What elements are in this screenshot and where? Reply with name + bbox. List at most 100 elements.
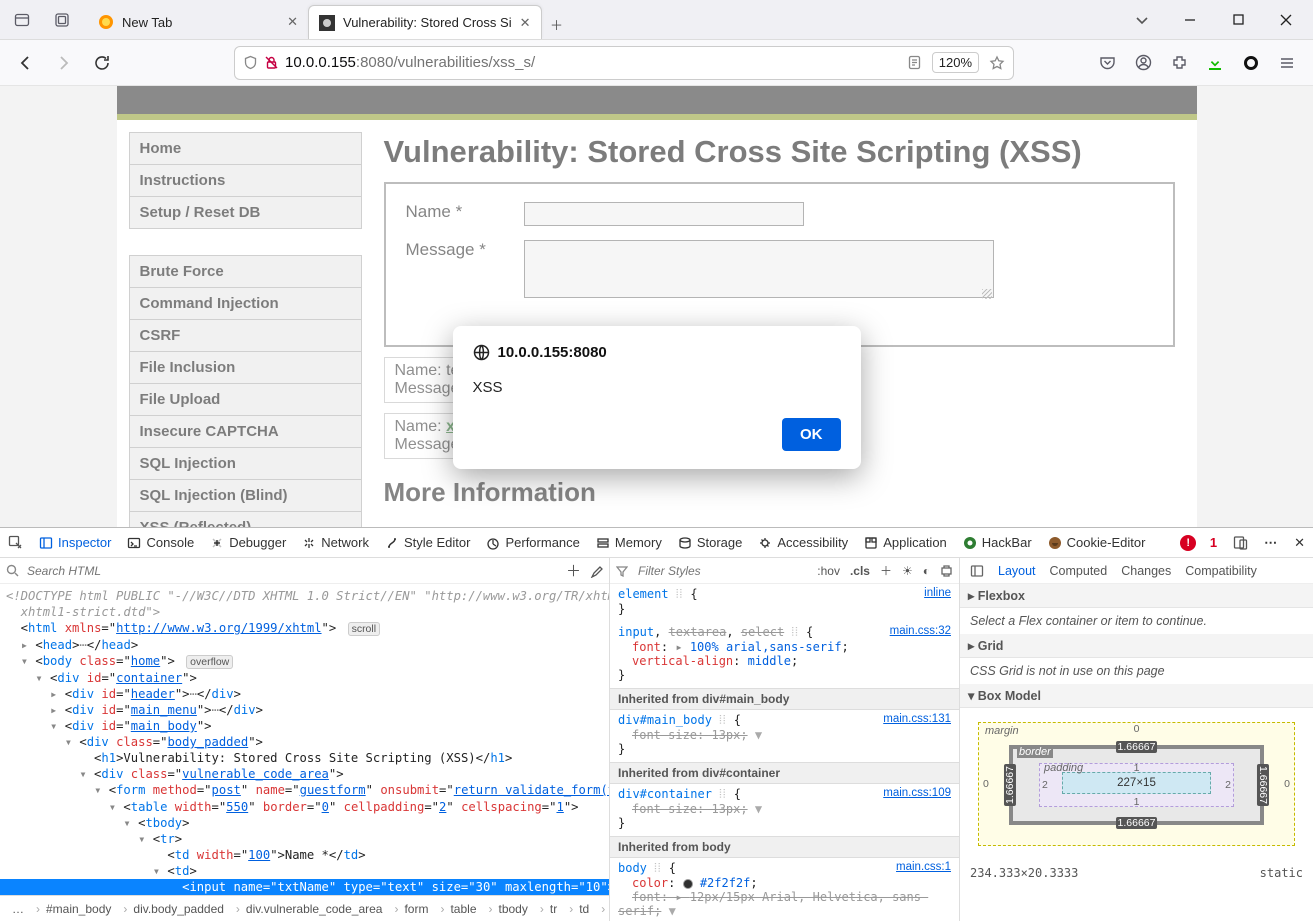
url-port: :8080 [356,54,394,71]
devtools-tab[interactable]: Style Editor [385,535,470,550]
new-tab-button[interactable]: ＋ [542,9,572,39]
breadcrumb-item[interactable]: input [595,902,609,916]
tab-new-tab[interactable]: New Tab ✕ [88,5,308,39]
devtools-tab[interactable]: Cookie-Editor [1048,535,1146,550]
breadcrumb-item[interactable]: div.body_padded [117,902,230,916]
filter-styles-input[interactable] [638,564,728,578]
maximize-button[interactable] [1221,6,1255,34]
sidebar-item[interactable]: Insecure CAPTCHA [129,415,362,447]
sidebar-item[interactable]: Instructions [129,164,362,196]
breadcrumb-item[interactable]: div.vulnerable_code_area [230,902,389,916]
devtools-tab[interactable]: Memory [596,535,662,550]
eyedropper-button[interactable] [589,564,603,578]
breadcrumb-item[interactable]: form [388,902,434,916]
breadcrumb-item[interactable]: td [563,902,595,916]
sidebar-item[interactable]: SQL Injection (Blind) [129,479,362,511]
minimize-button[interactable] [1173,6,1207,34]
site-favicon [319,15,335,31]
error-count[interactable]: ! 1 [1180,535,1217,551]
shield-icon[interactable] [243,55,258,70]
close-tab-icon[interactable]: ✕ [287,14,298,30]
cls-toggle[interactable]: .cls [850,564,870,578]
more-info-heading: More Information [384,477,1175,508]
sidebar-item[interactable]: Command Injection [129,287,362,319]
breadcrumb-item[interactable]: tr [534,902,563,916]
devtools-close-button[interactable]: ✕ [1294,535,1305,551]
print-sim-icon[interactable] [940,564,953,577]
devtools-tab[interactable]: Storage [678,535,743,550]
sidebar-item[interactable]: Brute Force [129,255,362,287]
sidebar-item[interactable]: SQL Injection [129,447,362,479]
sidebar-item[interactable]: Setup / Reset DB [129,196,362,229]
alert-ok-button[interactable]: OK [782,418,841,451]
dom-tree[interactable]: <!DOCTYPE html PUBLIC "-//W3C//DTD XHTML… [0,584,609,895]
sidebar-item[interactable]: CSRF [129,319,362,351]
reader-mode-icon[interactable] [907,55,922,70]
addon-icon[interactable] [1241,53,1261,73]
breadcrumb-item[interactable]: table [434,902,482,916]
box-model-diagram[interactable]: margin 0 0 0 border 1.66667 1.66667 1.66… [960,708,1313,860]
contrast-icon[interactable]: ◐ [923,564,930,578]
devtools-tab[interactable]: Inspector [39,535,111,550]
layout-tabs[interactable]: Layout Computed Changes Compatibility [960,558,1313,584]
devtools-tab[interactable]: HackBar [963,535,1032,550]
devtools-tab[interactable]: Network [302,535,369,550]
sidebar-toggle-icon[interactable] [970,564,984,578]
devtools-menu-button[interactable]: ⋯ [1264,535,1278,551]
responsive-mode-button[interactable] [1233,535,1248,550]
firefox-view-button[interactable] [48,6,76,34]
devtools-tab[interactable]: Console [127,535,194,550]
js-alert-dialog: 10.0.0.155:8080 XSS OK [453,326,861,469]
downloads-icon[interactable] [1205,53,1225,73]
search-html-input[interactable] [27,564,558,578]
name-input[interactable] [524,202,804,226]
layout-subtab[interactable]: Changes [1121,564,1171,578]
pick-element-button[interactable] [8,535,23,550]
css-rules-panel[interactable]: element ⦙⦙ {inline} main.css:32input, te… [610,584,959,921]
sidebar-item[interactable]: Home [129,132,362,164]
firefox-icon [98,14,114,30]
add-node-button[interactable]: ＋ [566,560,581,581]
breadcrumbs[interactable]: …#main_bodydiv.body_paddeddiv.vulnerable… [0,895,609,921]
hov-toggle[interactable]: :hov [817,564,840,578]
insecure-lock-icon[interactable] [264,55,279,70]
devtools-tab[interactable]: Debugger [210,535,286,550]
recent-tabs-button[interactable] [8,6,36,34]
new-rule-button[interactable]: ＋ [880,562,892,579]
devtools-tab[interactable]: Accessibility [758,535,848,550]
name-label: Name * [406,202,524,222]
devtools-tab[interactable]: Application [864,535,947,550]
close-window-button[interactable] [1269,6,1303,34]
layout-subtab[interactable]: Compatibility [1185,564,1257,578]
pocket-icon[interactable] [1097,53,1117,73]
devtools-panel: Inspector Console Debugger Network Style Edi… [0,527,1313,921]
message-textarea[interactable] [524,240,994,298]
forward-button[interactable] [48,47,80,79]
alert-message: XSS [473,379,841,396]
zoom-level[interactable]: 120% [932,52,979,73]
sidebar: HomeInstructionsSetup / Reset DB Brute F… [117,120,362,527]
tab-vulnerability[interactable]: Vulnerability: Stored Cross Si ✕ [308,5,542,39]
navigation-toolbar: 10.0.0.155:8080/vulnerabilities/xss_s/ 1… [0,40,1313,86]
sidebar-item[interactable]: XSS (Reflected) [129,511,362,527]
list-tabs-button[interactable] [1125,6,1159,34]
breadcrumb-item[interactable]: #main_body [30,902,117,916]
tab-label: Vulnerability: Stored Cross Si [343,15,512,30]
layout-subtab[interactable]: Computed [1050,564,1108,578]
sidebar-item[interactable]: File Inclusion [129,351,362,383]
devtools-tab[interactable]: Performance [486,535,579,550]
breadcrumb-item[interactable]: … [6,902,30,916]
app-menu-icon[interactable] [1277,53,1297,73]
sidebar-item[interactable]: File Upload [129,383,362,415]
layout-subtab[interactable]: Layout [998,564,1036,578]
close-tab-icon[interactable]: ✕ [520,15,531,31]
back-button[interactable] [10,47,42,79]
reload-button[interactable] [86,47,118,79]
breadcrumb-item[interactable]: tbody [483,902,534,916]
bookmark-star-icon[interactable] [989,55,1005,71]
url-host: 10.0.0.155 [285,54,356,71]
url-bar[interactable]: 10.0.0.155:8080/vulnerabilities/xss_s/ 1… [234,46,1014,80]
extensions-icon[interactable] [1169,53,1189,73]
account-icon[interactable] [1133,53,1153,73]
light-mode-icon[interactable]: ☀ [902,564,913,578]
